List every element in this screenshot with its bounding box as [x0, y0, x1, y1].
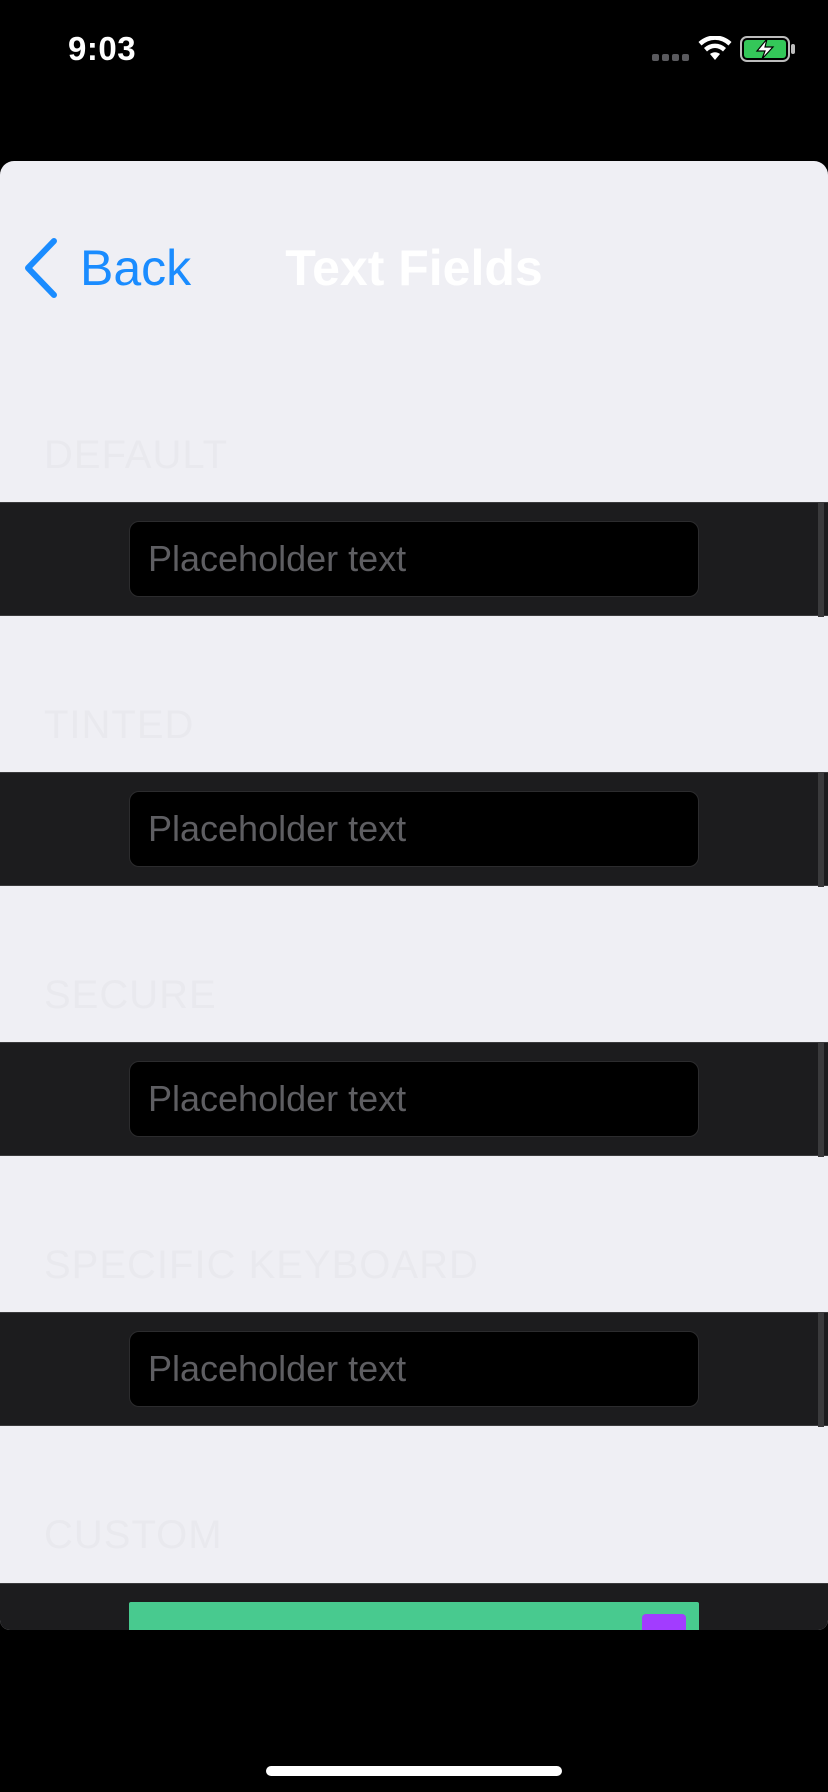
screen: 9:03 Back Text Fields DEFAULT Placeholde… [0, 0, 828, 1792]
tinted-text-field[interactable] [129, 791, 699, 867]
section-row-default [0, 502, 828, 617]
section-row-custom [0, 1583, 828, 1630]
custom-field-accent-icon[interactable] [642, 1614, 686, 1630]
section-header-secure: SECURE [44, 973, 217, 1017]
section-header-custom: CUSTOM [44, 1513, 223, 1557]
home-indicator[interactable] [266, 1766, 562, 1776]
section-header-tinted: TINTED [44, 703, 195, 747]
status-time: 9:03 [68, 30, 137, 67]
status-bar: 9:03 [0, 0, 828, 100]
row-edge [818, 503, 824, 617]
secure-text-field[interactable] [129, 1061, 699, 1137]
section-row-tinted [0, 772, 828, 887]
text-fields-sheet: Back Text Fields DEFAULT TINTED SECURE S… [0, 161, 828, 1630]
row-edge [818, 773, 824, 887]
section-header-default: DEFAULT [44, 433, 229, 477]
row-edge [818, 1313, 824, 1427]
custom-text-field[interactable] [129, 1602, 699, 1630]
default-text-field[interactable] [129, 521, 699, 597]
row-edge [818, 1043, 824, 1157]
battery-charging-icon [740, 36, 795, 62]
page-title: Text Fields [285, 240, 543, 296]
navigation-bar: Back Text Fields [0, 161, 828, 351]
section-row-specific-keyboard [0, 1312, 828, 1427]
signal-dots-icon [652, 54, 692, 62]
specific-keyboard-text-field[interactable] [129, 1331, 699, 1407]
wifi-icon [698, 36, 732, 60]
section-header-specific-keyboard: SPECIFIC KEYBOARD [44, 1243, 479, 1287]
section-row-secure [0, 1042, 828, 1157]
